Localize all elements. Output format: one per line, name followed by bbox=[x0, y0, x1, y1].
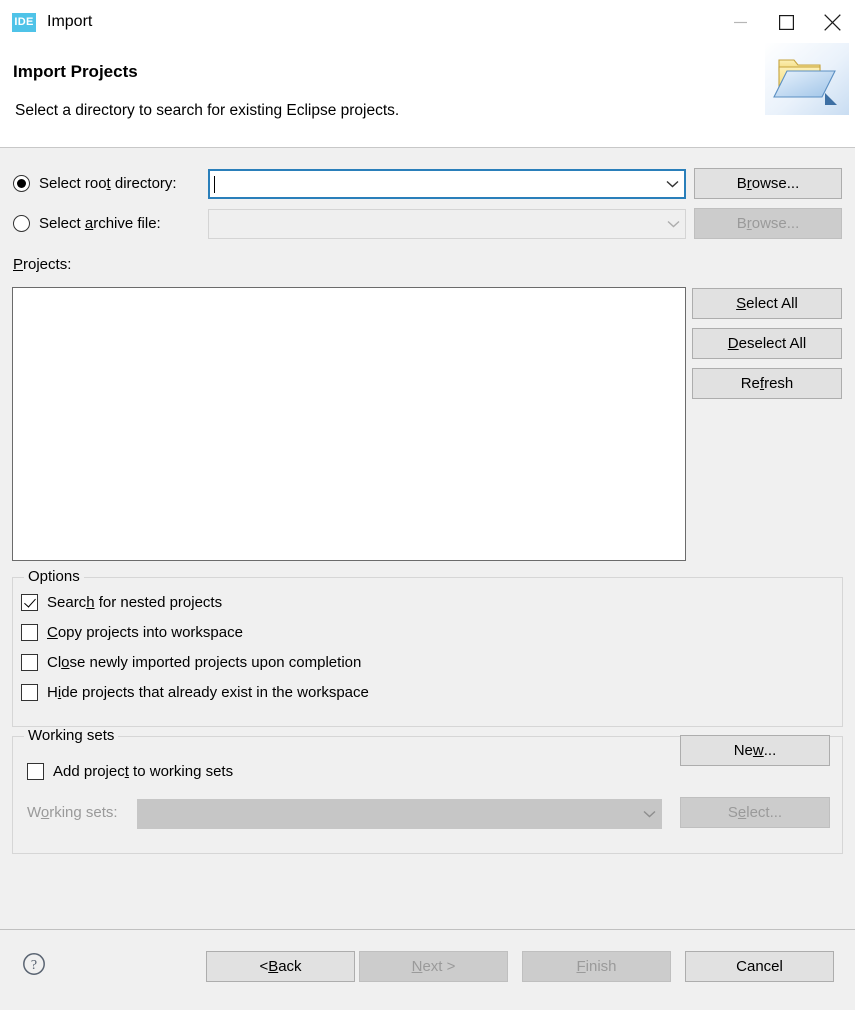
chevron-down-icon bbox=[661, 220, 685, 228]
dialog-button-bar: ? < Back Next > Finish Cancel bbox=[0, 929, 855, 1010]
checkbox-label: Copy projects into workspace bbox=[47, 624, 243, 641]
projects-label: Projects: bbox=[13, 256, 72, 273]
working-sets-combo bbox=[137, 799, 662, 829]
dialog-content: Select root directory: Br owse... Select … bbox=[0, 149, 855, 929]
search-nested-projects-checkbox[interactable]: Search for nested projects bbox=[21, 594, 222, 611]
root-directory-combo[interactable] bbox=[208, 169, 686, 199]
window-controls bbox=[717, 0, 855, 44]
refresh-button[interactable]: Re f resh bbox=[692, 368, 842, 399]
text-cursor bbox=[214, 175, 215, 193]
projects-list[interactable] bbox=[12, 287, 686, 561]
next-button: Next > bbox=[359, 951, 508, 982]
browse-root-directory-button[interactable]: Br owse... bbox=[694, 168, 842, 199]
maximize-button[interactable] bbox=[763, 0, 809, 44]
title-bar: IDE Import bbox=[0, 0, 855, 44]
root-directory-radio-indicator[interactable] bbox=[13, 175, 30, 192]
cancel-button[interactable]: Cancel bbox=[685, 951, 834, 982]
options-group: Options Search for nested projects Copy … bbox=[12, 568, 843, 727]
close-button[interactable] bbox=[809, 0, 855, 44]
archive-file-combo bbox=[208, 209, 686, 239]
close-imported-projects-checkbox[interactable]: Close newly imported projects upon compl… bbox=[21, 654, 361, 671]
help-icon[interactable]: ? bbox=[22, 952, 46, 976]
working-sets-group: Working sets Add project to working sets… bbox=[12, 727, 843, 854]
working-sets-field-label: Working sets: bbox=[27, 804, 118, 821]
minimize-button[interactable] bbox=[717, 0, 763, 44]
checkbox-label: Search for nested projects bbox=[47, 594, 223, 611]
select-all-button[interactable]: Select All bbox=[692, 288, 842, 319]
archive-file-label: Select archive file: bbox=[39, 215, 161, 232]
chevron-down-icon[interactable] bbox=[660, 180, 684, 188]
archive-file-radio[interactable]: Select archive file: bbox=[13, 215, 161, 232]
checkbox-indicator[interactable] bbox=[27, 763, 44, 780]
deselect-all-button[interactable]: Deselect All bbox=[692, 328, 842, 359]
page-description: Select a directory to search for existin… bbox=[15, 102, 400, 119]
wizard-header: Import Projects Select a directory to se… bbox=[0, 43, 855, 148]
working-sets-group-title: Working sets bbox=[24, 727, 119, 744]
checkbox-indicator[interactable] bbox=[21, 594, 38, 611]
page-title: Import Projects bbox=[13, 62, 138, 81]
copy-projects-checkbox[interactable]: Copy projects into workspace bbox=[21, 624, 243, 641]
options-group-title: Options bbox=[24, 568, 84, 585]
root-directory-label: Select root directory: bbox=[39, 175, 177, 192]
svg-text:?: ? bbox=[31, 958, 37, 973]
checkbox-label: Close newly imported projects upon compl… bbox=[47, 654, 362, 671]
finish-button: Finish bbox=[522, 951, 671, 982]
browse-archive-file-button: Br owse... bbox=[694, 208, 842, 239]
back-button[interactable]: < Back bbox=[206, 951, 355, 982]
select-working-set-button: Se lect... bbox=[680, 797, 830, 828]
working-sets-label-text: Working sets: bbox=[27, 804, 118, 821]
window-title: Import bbox=[47, 13, 93, 30]
checkbox-indicator[interactable] bbox=[21, 624, 38, 641]
add-project-to-working-sets-checkbox[interactable]: Add project to working sets bbox=[27, 763, 233, 780]
checkbox-indicator[interactable] bbox=[21, 684, 38, 701]
app-icon: IDE bbox=[12, 12, 36, 32]
archive-file-radio-indicator[interactable] bbox=[13, 215, 30, 232]
hide-existing-projects-checkbox[interactable]: Hide projects that already exist in the … bbox=[21, 684, 369, 701]
root-directory-radio[interactable]: Select root directory: bbox=[13, 175, 177, 192]
checkbox-indicator[interactable] bbox=[21, 654, 38, 671]
checkbox-label: Add project to working sets bbox=[53, 763, 234, 780]
chevron-down-icon bbox=[637, 810, 661, 818]
new-working-set-button[interactable]: Ne w... bbox=[680, 735, 830, 766]
checkbox-label: Hide projects that already exist in the … bbox=[47, 684, 369, 701]
folder-import-icon bbox=[765, 43, 849, 115]
